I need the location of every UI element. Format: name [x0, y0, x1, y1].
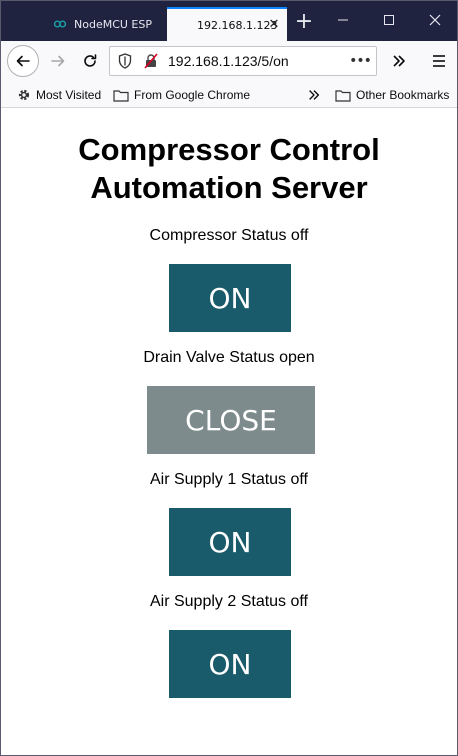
hamburger-menu-icon[interactable] [425, 46, 453, 76]
navigation-toolbar: 192.168.1.123/5/on ••• [1, 41, 457, 81]
bookmarks-toolbar: Most Visited From Google Chrome Other Bo… [1, 81, 457, 108]
tab-active-page[interactable]: 192.168.1.123 ✕ [167, 7, 287, 41]
drain-valve-close-button[interactable]: CLOSE [147, 386, 315, 454]
tab-strip: NodeMCU ESP 192.168.1.123 ✕ + [1, 1, 457, 41]
bookmark-from-google-chrome[interactable]: From Google Chrome [113, 86, 250, 104]
close-tab-icon[interactable]: ✕ [267, 18, 281, 32]
url-bar[interactable]: 192.168.1.123/5/on ••• [109, 46, 377, 76]
back-button[interactable] [7, 45, 39, 77]
bookmark-other-bookmarks[interactable]: Other Bookmarks [335, 86, 449, 104]
bookmark-label: Other Bookmarks [356, 88, 450, 102]
forward-button[interactable] [43, 46, 73, 76]
page-content: Compressor Control Automation Server Com… [1, 109, 457, 755]
compressor-on-button[interactable]: ON [169, 264, 291, 332]
air-supply-1-on-button[interactable]: ON [169, 508, 291, 576]
air-supply-1-status: Air Supply 1 Status off [149, 471, 308, 488]
browser-window: NodeMCU ESP 192.168.1.123 ✕ + 192.168.1.… [0, 0, 458, 756]
page-actions-icon[interactable]: ••• [348, 53, 372, 69]
reload-button[interactable] [75, 46, 105, 76]
tab-title: NodeMCU ESP [74, 17, 152, 31]
shield-icon[interactable] [114, 50, 136, 72]
bookmark-label: From Google Chrome [134, 88, 251, 102]
air-supply-2-status: Air Supply 2 Status off [149, 593, 308, 610]
page-title-line-2: Automation Server [90, 170, 368, 205]
page-title-line-1: Compressor Control [78, 132, 380, 167]
back-arrow-icon [16, 55, 30, 67]
drain-valve-status: Drain Valve Status open [143, 349, 315, 366]
page-title: Compressor Control Automation Server [1, 131, 457, 207]
folder-icon [113, 89, 129, 102]
insecure-lock-icon[interactable] [140, 50, 162, 72]
close-window-icon[interactable] [413, 7, 457, 37]
minimize-icon[interactable] [321, 7, 365, 37]
overflow-chevron-icon[interactable] [385, 46, 413, 76]
maximize-icon[interactable] [367, 7, 411, 37]
new-tab-button[interactable]: + [291, 9, 317, 37]
compressor-status: Compressor Status off [149, 227, 309, 244]
arduino-icon [53, 20, 67, 28]
tab-nodemcu[interactable]: NodeMCU ESP [43, 7, 165, 41]
url-text[interactable]: 192.168.1.123/5/on [168, 53, 348, 69]
folder-icon [335, 89, 351, 102]
air-supply-2-on-button[interactable]: ON [169, 630, 291, 698]
reload-icon [84, 54, 97, 67]
gear-icon [18, 89, 30, 101]
bookmarks-overflow-icon[interactable] [307, 86, 326, 104]
forward-arrow-icon [51, 55, 65, 67]
bookmark-label: Most Visited [36, 88, 102, 102]
bookmark-most-visited[interactable]: Most Visited [17, 86, 101, 104]
